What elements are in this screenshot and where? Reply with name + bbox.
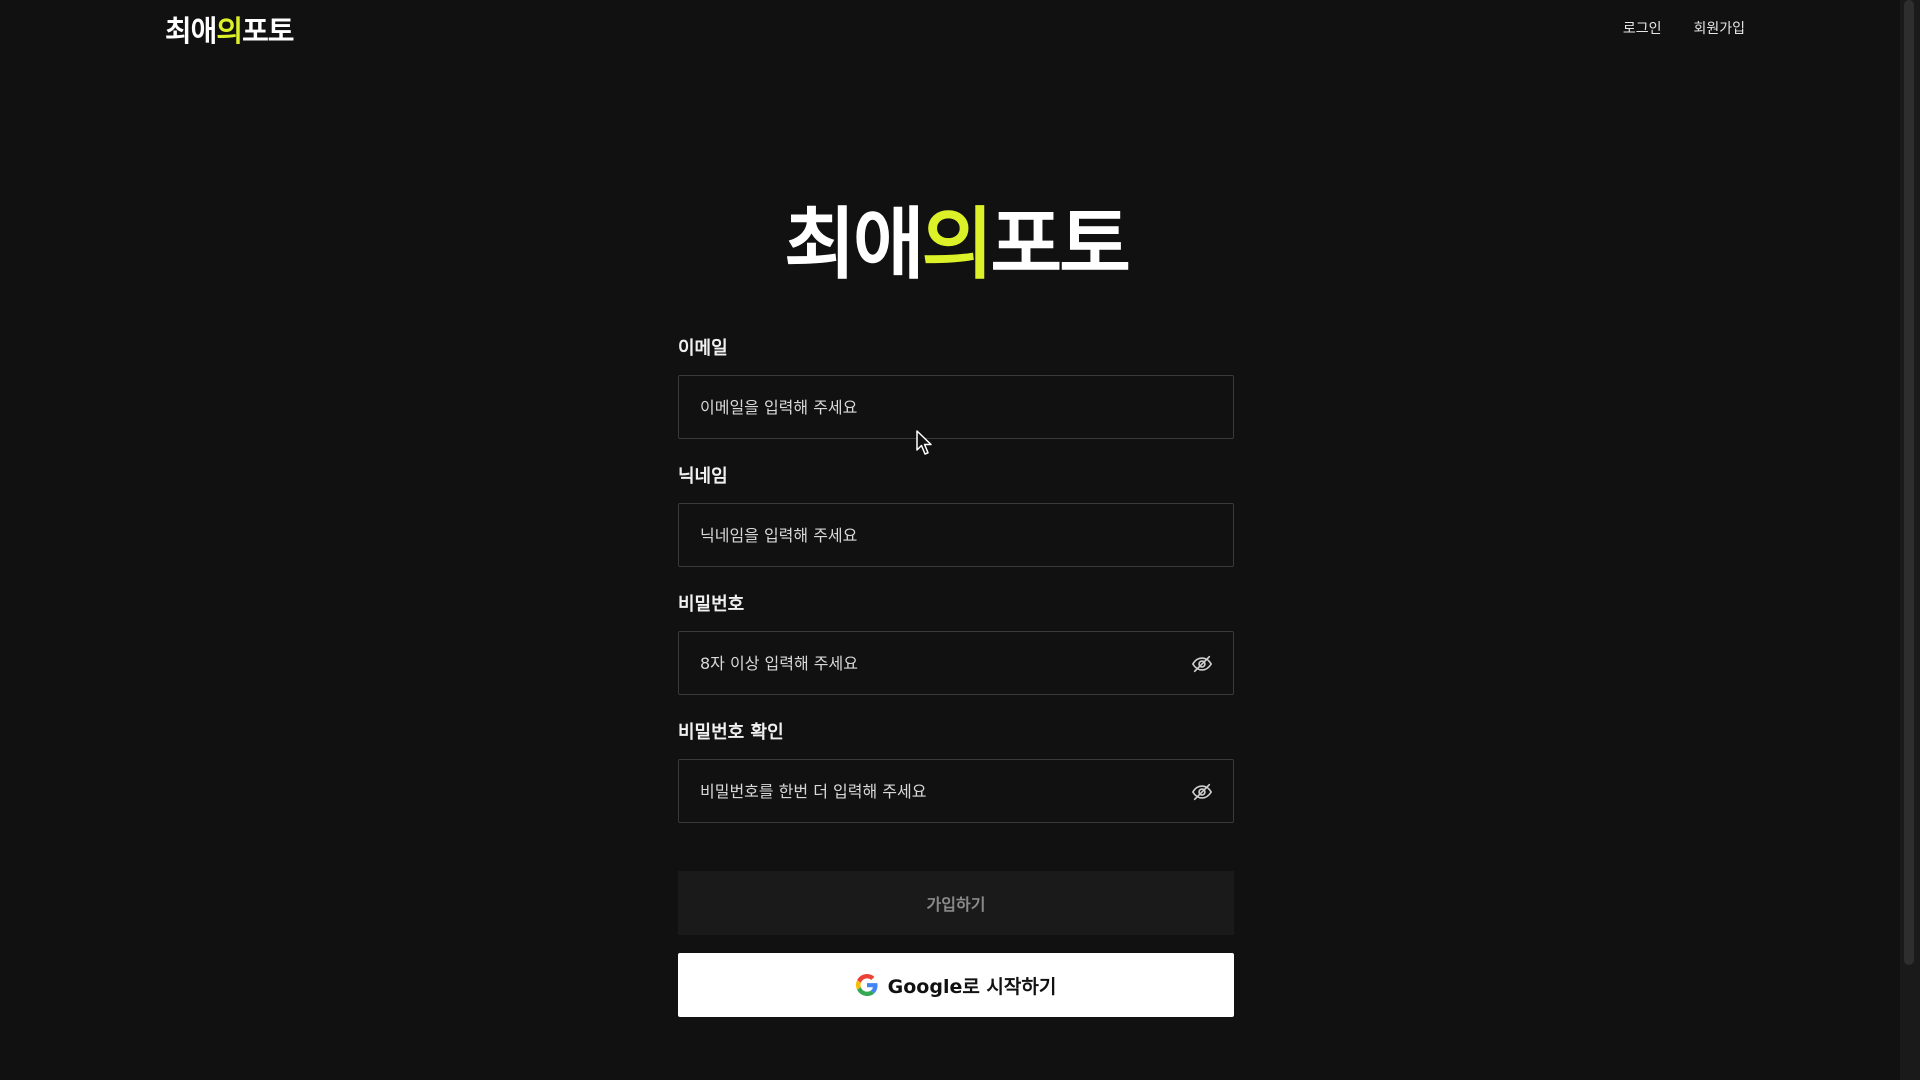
page-scrollbar[interactable] [1900,0,1920,1080]
signup-page: 최애의포토 로그인 회원가입 최애의포토 이메일 닉네임 비밀번호 [0,0,1920,1080]
email-label: 이메일 [678,338,728,359]
login-link[interactable]: 로그인 [1623,18,1662,38]
nickname-input[interactable] [679,504,1233,566]
eye-off-icon[interactable] [1191,653,1213,675]
email-field-group: 이메일 [678,337,1234,439]
logo-part2: 포토 [242,14,294,48]
email-input[interactable] [679,376,1233,438]
password-confirm-input-box [678,759,1234,823]
main-logo-accent: 의 [921,200,994,290]
nickname-field-group: 닉네임 [678,465,1234,567]
google-signin-button[interactable]: Google로 시작하기 [678,953,1234,1017]
google-signin-label: Google로 시작하기 [887,975,1057,998]
password-label: 비밀번호 [678,594,745,615]
password-confirm-field-group: 비밀번호 확인 [678,721,1234,823]
logo-part1: 최애 [165,14,217,48]
main-logo-part2: 포토 [990,200,1131,290]
scrollbar-thumb[interactable] [1904,0,1914,965]
nickname-input-box [678,503,1234,567]
top-header: 최애의포토 로그인 회원가입 [0,0,1900,56]
nickname-label: 닉네임 [678,466,728,487]
eye-off-icon[interactable] [1191,781,1213,803]
password-confirm-input[interactable] [679,760,1233,822]
google-icon [855,974,878,996]
password-confirm-label: 비밀번호 확인 [678,722,784,743]
logo-accent: 의 [216,14,243,48]
signup-link[interactable]: 회원가입 [1693,18,1745,38]
password-field-group: 비밀번호 [678,593,1234,695]
main-logo-part1: 최애 [784,200,925,290]
header-nav: 로그인 회원가입 [1623,18,1745,38]
signup-submit-label: 가입하기 [926,895,986,914]
header-logo[interactable]: 최애의포토 [165,8,294,50]
signup-submit-button[interactable]: 가입하기 [678,871,1234,935]
password-input-box [678,631,1234,695]
password-input[interactable] [679,632,1233,694]
mouse-pointer-icon [916,430,932,455]
main-logo: 최애의포토 [678,195,1234,295]
email-input-box [678,375,1234,439]
signup-form: 최애의포토 이메일 닉네임 비밀번호 [678,195,1234,1017]
